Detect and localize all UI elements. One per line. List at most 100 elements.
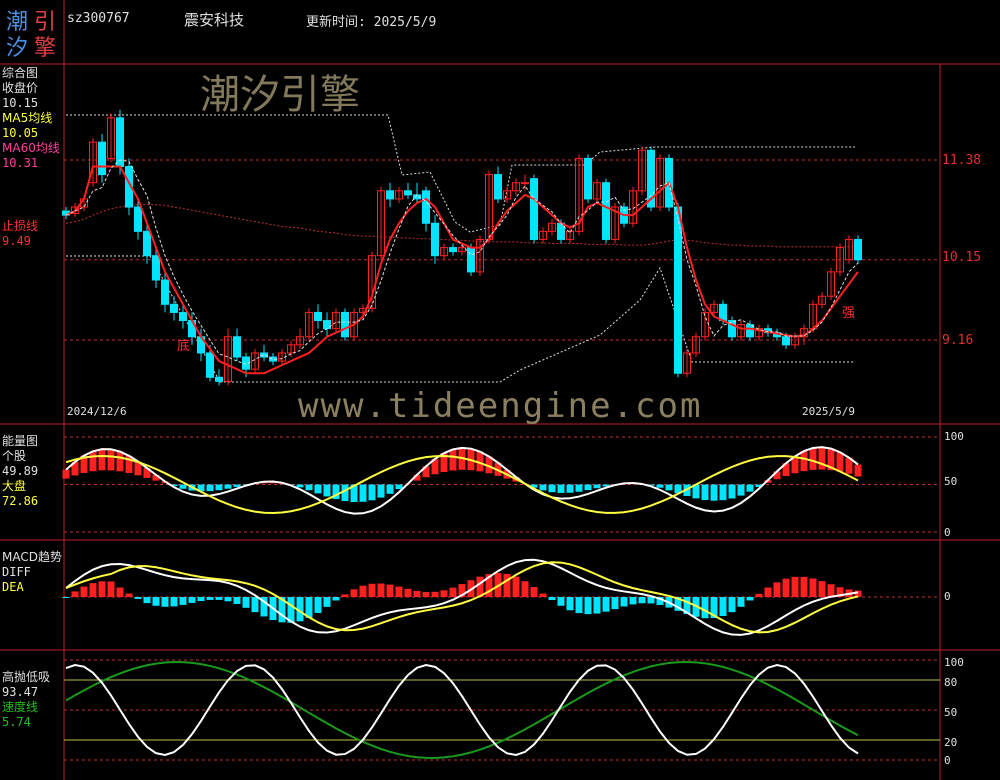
macd-tick: 0 (944, 590, 951, 603)
macd-bar (782, 578, 790, 597)
energy-bar (701, 484, 709, 501)
macd-bar (332, 597, 340, 601)
macd-bar (62, 597, 70, 598)
macd-bar (764, 587, 772, 597)
macd-bar (557, 597, 565, 606)
candle-body (205, 352, 215, 378)
macd-bar (638, 597, 646, 604)
price-tick: 11.38 (942, 153, 982, 168)
macd-bar (188, 597, 196, 603)
candle-body (853, 238, 863, 261)
macd-bar (791, 576, 799, 597)
macd-bar (566, 597, 574, 611)
energy-bar (206, 484, 214, 492)
candle-body (781, 336, 791, 346)
macd-bar (584, 597, 592, 615)
candle-body (718, 303, 728, 322)
energy-bar (746, 484, 754, 492)
macd-bar (323, 597, 331, 607)
energy-bar (800, 451, 808, 472)
macd-bar (449, 587, 457, 597)
kdj-tick: 100 (944, 656, 964, 669)
macd-bar (728, 597, 736, 613)
macd-bar (809, 578, 817, 597)
candle-body (493, 174, 503, 200)
macd-bar (503, 573, 511, 597)
macd-bar (512, 576, 520, 597)
macd-bar (827, 584, 835, 597)
kdj-tick: 20 (944, 736, 958, 749)
macd-bar (359, 585, 367, 597)
macd-bar (395, 586, 403, 597)
energy-bar (449, 449, 457, 471)
macd-bar (143, 597, 151, 604)
macd-bar (440, 590, 448, 597)
macd-bar (134, 597, 142, 599)
main-panel-legend: 综合图 收盘价 10.15 MA5均线 10.05 MA60均线 10.31 (2, 66, 60, 171)
energy-bar (719, 484, 727, 501)
macd-bar (377, 583, 385, 597)
candle-body (169, 303, 179, 313)
macd-bar (548, 597, 556, 600)
kdj-legend: 高抛低吸 93.47 速度线 5.74 (2, 670, 50, 730)
macd-bar (737, 597, 745, 607)
candle-body (142, 230, 152, 257)
energy-bar (593, 484, 601, 489)
candle-body (232, 336, 242, 358)
stock-value: 49.89 (2, 464, 39, 478)
macd-bar (593, 597, 601, 614)
macd-bar (800, 576, 808, 597)
candle-body (214, 376, 224, 382)
candle-body (466, 247, 476, 273)
macd-bar (242, 597, 250, 608)
macd-bar (431, 591, 439, 597)
macd-bar (341, 594, 349, 597)
energy-tick: 100 (944, 430, 964, 443)
kdj-value: 93.47 (2, 685, 39, 699)
macd-bar (755, 593, 763, 597)
candle-body (520, 182, 530, 185)
macd-bar (368, 583, 376, 597)
macd-bar (314, 597, 322, 613)
energy-bar (233, 484, 241, 487)
market-label: 大盘 (2, 479, 27, 493)
macd-bar (773, 582, 781, 597)
energy-title: 能量图 (2, 434, 39, 448)
macd-title: MACD趋势 (2, 550, 62, 564)
candle-body (160, 279, 170, 305)
energy-bar (386, 484, 394, 494)
macd-bar (152, 597, 160, 606)
candle-body (313, 311, 323, 322)
candle-body (97, 141, 107, 176)
macd-bar (719, 597, 727, 617)
macd-bar (422, 591, 430, 597)
close-label: 收盘价 (2, 81, 39, 95)
energy-bar (323, 484, 331, 497)
energy-bar (107, 449, 115, 471)
energy-bar (548, 484, 556, 493)
diff-label: DIFF (2, 565, 31, 579)
macd-bar (620, 597, 628, 607)
energy-bar (836, 452, 844, 472)
channel-rail (66, 114, 855, 233)
macd-bar (539, 593, 547, 597)
energy-bar (584, 484, 592, 491)
macd-bar (818, 581, 826, 597)
energy-tick: 50 (944, 475, 958, 488)
macd-bar (521, 581, 529, 597)
macd-bar (611, 597, 619, 610)
energy-bar (359, 484, 367, 502)
ma5-label: MA5均线 (2, 111, 53, 125)
macd-bar (215, 597, 223, 600)
close-value: 10.15 (2, 96, 39, 110)
ma60-line (65, 204, 858, 248)
macd-legend: MACD趋势 DIFF DEA (2, 550, 62, 595)
macd-bar (413, 590, 421, 597)
candle-body (178, 311, 188, 322)
macd-bar (701, 597, 709, 619)
macd-bar (350, 589, 358, 597)
start-date: 2024/12/6 (67, 405, 127, 418)
strong-marker: 强 (842, 306, 856, 321)
macd-bar (233, 597, 241, 605)
macd-bar (530, 586, 538, 597)
